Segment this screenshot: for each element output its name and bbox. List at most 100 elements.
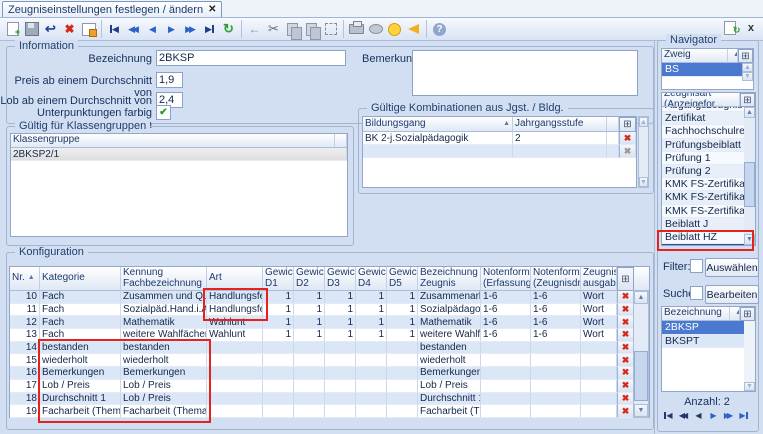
zeugnisart-item[interactable]: Fachhochschulreife <box>662 125 744 138</box>
close-tab-icon[interactable]: ✕ <box>208 4 216 15</box>
delete-row-button[interactable]: ✖ <box>617 316 634 329</box>
column-chooser-button[interactable]: ⊞ <box>619 117 636 132</box>
fast-back-button[interactable]: ◀◀ <box>124 20 143 38</box>
print-button[interactable] <box>347 20 366 38</box>
delete-row-button[interactable]: ✖ <box>617 393 634 406</box>
column-header-art[interactable]: Art <box>207 267 263 291</box>
column-header-gewicht-d1[interactable]: Gewicht D1 <box>263 267 294 291</box>
konfiguration-row[interactable]: 16 Bemerkungen Bemerkungen Bemerkungen ✖ <box>10 367 649 380</box>
column-header-notenformat-erfassung[interactable]: Notenformat (Erfassung) <box>481 267 531 291</box>
next-record-button[interactable]: ▶ <box>162 20 181 38</box>
delete-row-button[interactable]: ✖ <box>617 380 634 393</box>
column-header-klassengruppe[interactable]: Klassengruppe <box>11 134 335 148</box>
bezeichnung-scrollbar[interactable]: ▼ <box>744 321 755 391</box>
filter-input[interactable] <box>690 259 703 273</box>
zeugnisart-item[interactable]: KMK FS-Zertifikat1 <box>662 178 744 191</box>
cut-button[interactable]: ✂ <box>264 20 283 38</box>
column-chooser-button[interactable]: ⊞ <box>738 49 753 63</box>
scroll-down-icon[interactable]: ▼ <box>744 382 755 391</box>
konfiguration-row[interactable]: 12 Fach Mathematik Wahlunt 1 1 1 1 1 Mat… <box>10 316 649 329</box>
notify-button[interactable] <box>404 20 423 38</box>
kombinationen-scrollbar[interactable]: ▲ ▼ <box>638 116 649 188</box>
bezeichnung-input[interactable] <box>156 50 346 66</box>
delete-row-button[interactable]: ✖ <box>619 132 636 145</box>
refresh-navigator-button[interactable]: ↻ <box>722 19 741 37</box>
previous-button[interactable]: ◀ <box>692 409 705 422</box>
kombination-empty-row[interactable]: ✖ <box>363 145 636 158</box>
column-header-zeugnisart[interactable]: Zeugnisart (Anzeigefor... <box>662 93 740 107</box>
tab-zeugniseinstellungen[interactable]: Zeugniseinstellungen festlegen / ändern … <box>2 1 222 17</box>
delete-row-button[interactable]: ✖ <box>617 329 634 342</box>
undo-button[interactable]: ↩ <box>41 20 60 38</box>
scroll-up-icon[interactable]: ▲ <box>639 117 648 127</box>
column-chooser-button[interactable]: ⊞ <box>740 93 755 107</box>
hint-button[interactable] <box>385 20 404 38</box>
bezeichnung-item[interactable]: 2BKSP <box>662 321 744 335</box>
first-record-button[interactable]: ◀ <box>105 20 124 38</box>
copy-button[interactable] <box>283 20 302 38</box>
bearbeiten-button[interactable]: Bearbeiten <box>705 285 759 304</box>
column-header-gewicht-d4[interactable]: Gewicht D4 <box>356 267 387 291</box>
save-button[interactable] <box>22 20 41 38</box>
column-header-zweig[interactable]: Zweig <box>662 49 728 63</box>
scroll-down-icon[interactable]: ▼ <box>744 234 755 245</box>
column-header-gewicht-d5[interactable]: Gewicht D5 <box>387 267 418 291</box>
next-button[interactable]: ▶ <box>707 409 720 422</box>
konfiguration-row[interactable]: 14 bestanden bestanden bestanden ✖ <box>10 342 649 355</box>
suche-input[interactable] <box>690 286 703 300</box>
konfiguration-row[interactable]: 15 wiederholt wiederholt wiederholt ✖ <box>10 354 649 367</box>
zweig-scrollbar[interactable]: ▲ ▼ <box>742 63 753 81</box>
unterpunktungen-checkbox[interactable]: ✔ <box>156 105 171 120</box>
konfiguration-row[interactable]: 18 Durchschnitt 1 Lob / Preis Durchschni… <box>10 393 649 406</box>
scroll-down-icon[interactable]: ▼ <box>639 177 648 187</box>
paste-button[interactable] <box>302 20 321 38</box>
zeugnisart-item[interactable]: Prüfung 1 <box>662 152 744 165</box>
zeugnisart-item[interactable]: KMK FS-Zertifikat3 <box>662 205 744 218</box>
delete-row-button[interactable]: ✖ <box>617 304 634 317</box>
scroll-down-icon[interactable]: ▼ <box>634 404 648 417</box>
select-button[interactable] <box>321 20 340 38</box>
back-arrow-button[interactable]: ← <box>245 20 264 38</box>
konfiguration-scrollbar[interactable]: ▲ ▼ <box>633 290 649 418</box>
scroll-up-icon[interactable]: ▲ <box>744 107 755 118</box>
fast-back-button[interactable]: ◀◀ <box>677 409 690 422</box>
scroll-up-icon[interactable]: ▲ <box>742 63 753 72</box>
column-header-jahrgangsstufe[interactable]: Jahrgangsstufe <box>513 117 607 132</box>
column-header-gewicht-d2[interactable]: Gewicht D2 <box>294 267 325 291</box>
delete-record-button[interactable]: ✖ <box>60 20 79 38</box>
delete-row-button[interactable]: ✖ <box>617 291 634 304</box>
column-header-zeugnisausgabe[interactable]: Zeugnis- ausgabe <box>581 267 617 291</box>
kombination-row[interactable]: BK 2-j.Sozialpädagogik 2 ✖ <box>363 132 636 145</box>
column-header-nr[interactable]: Nr.▲ <box>10 267 40 291</box>
delete-row-button[interactable]: ✖ <box>617 342 634 355</box>
preis-input[interactable] <box>156 72 183 88</box>
delete-row-button[interactable]: ✖ <box>617 405 634 418</box>
refresh-button[interactable]: ↻ <box>219 20 238 38</box>
first-button[interactable]: ◀ <box>662 409 675 422</box>
column-header-gewicht-d3[interactable]: Gewicht D3 <box>325 267 356 291</box>
konfiguration-row[interactable]: 11 Fach Sozialpäd.Hand.i.Arbf. Handlungs… <box>10 304 649 317</box>
help-button[interactable]: ? <box>430 20 449 38</box>
bezeichnung-item[interactable]: BKSPT <box>662 335 744 349</box>
close-panel-button[interactable]: x <box>745 22 757 34</box>
edit-form-button[interactable] <box>79 20 98 38</box>
zweig-item[interactable]: BS <box>662 63 742 77</box>
zeugnisart-item[interactable]: Beiblatt J <box>662 218 744 231</box>
konfiguration-row[interactable]: 19 Facharbeit (Thema) Facharbeit (Thema)… <box>10 405 649 418</box>
bemerkung-textarea[interactable] <box>412 50 638 96</box>
scrollbar-thumb[interactable] <box>634 351 648 401</box>
auswaehlen-button[interactable]: Auswählen <box>705 258 759 277</box>
delete-row-button[interactable]: ✖ <box>617 354 634 367</box>
delete-row-button[interactable]: ✖ <box>617 367 634 380</box>
fast-forward-button[interactable]: ▶▶ <box>722 409 735 422</box>
column-header-kennung[interactable]: Kennung Fachbezeichnung <box>121 267 207 291</box>
zeugnisart-item[interactable]: KMK FS-Zertifikat2 <box>662 191 744 204</box>
last-button[interactable]: ▶ <box>737 409 750 422</box>
zeugnisart-item[interactable]: Beiblatt HZ <box>662 231 744 244</box>
fast-forward-button[interactable]: ▶▶ <box>181 20 200 38</box>
konfiguration-row[interactable]: 13 Fach weitere Wahlfächer Wahlunt 1 1 1… <box>10 329 649 342</box>
scroll-up-icon[interactable]: ▲ <box>634 291 648 304</box>
column-chooser-button[interactable]: ⊞ <box>740 307 755 321</box>
previous-record-button[interactable]: ◀ <box>143 20 162 38</box>
scrollbar-thumb[interactable] <box>744 162 755 207</box>
